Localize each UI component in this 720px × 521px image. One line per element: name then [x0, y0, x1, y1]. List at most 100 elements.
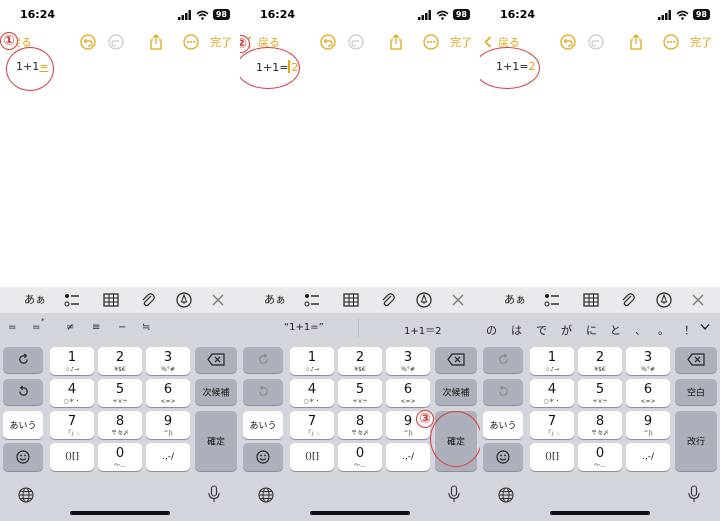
candidate-item[interactable]: ≡ — [92, 322, 100, 333]
redo-icon[interactable] — [108, 34, 124, 50]
close-icon[interactable] — [450, 292, 466, 308]
share-icon[interactable] — [148, 34, 164, 50]
key-7[interactable]: 7 「」: — [50, 411, 94, 439]
markup-pen-icon[interactable] — [416, 292, 432, 308]
key-8[interactable]: 8 〒々〆 — [578, 411, 622, 439]
next-candidate-key[interactable]: 次候補 — [435, 379, 477, 405]
delete-key[interactable] — [195, 347, 237, 373]
delete-key[interactable] — [435, 347, 477, 373]
kana-key[interactable]: あいう — [243, 411, 283, 439]
attachment-icon[interactable] — [380, 292, 396, 308]
checklist-icon[interactable] — [304, 292, 320, 308]
key-0[interactable]: 0 〜… — [338, 443, 382, 471]
refresh-key[interactable] — [483, 347, 523, 373]
space-key[interactable]: 空白 — [675, 379, 717, 405]
aa-format-button[interactable]: あぁ — [24, 292, 46, 308]
candidate-item[interactable]: は — [511, 322, 522, 338]
undo-icon[interactable] — [320, 34, 336, 50]
emoji-key[interactable] — [483, 443, 523, 471]
more-icon[interactable] — [663, 34, 679, 50]
emoji-key[interactable] — [243, 443, 283, 471]
undo-key[interactable] — [3, 379, 43, 405]
checklist-icon[interactable] — [544, 292, 560, 308]
key-1[interactable]: 1 ☆♪→ — [50, 347, 94, 375]
markup-pen-icon[interactable] — [656, 292, 672, 308]
table-icon[interactable] — [103, 292, 119, 308]
brackets-key[interactable]: ()[] — [290, 443, 334, 471]
candidate-item[interactable]: と — [610, 322, 621, 338]
undo-icon[interactable] — [80, 34, 96, 50]
kana-key[interactable]: あいう — [3, 411, 43, 439]
key-7[interactable]: 7 「」: — [290, 411, 334, 439]
globe-icon[interactable] — [258, 487, 274, 503]
table-icon[interactable] — [343, 292, 359, 308]
candidate-item[interactable]: = — [32, 322, 40, 333]
key-9[interactable]: 9 ^|\ — [626, 411, 670, 439]
key-6[interactable]: 6 <=> — [146, 379, 190, 407]
chevron-left-icon[interactable] — [484, 36, 492, 48]
candidate-item[interactable]: “1+1=” — [284, 322, 324, 333]
microphone-icon[interactable] — [208, 485, 220, 503]
attachment-icon[interactable] — [620, 292, 636, 308]
done-button[interactable]: 完了 — [690, 34, 712, 50]
punctuation-key[interactable]: .,-/ — [146, 443, 190, 471]
key-0[interactable]: 0 〜… — [578, 443, 622, 471]
key-6[interactable]: 6 <=> — [386, 379, 430, 407]
chevron-down-icon[interactable] — [700, 323, 710, 331]
done-button[interactable]: 完了 — [210, 34, 232, 50]
candidate-item[interactable]: ≒ — [142, 322, 150, 333]
more-icon[interactable] — [183, 34, 199, 50]
candidate-item[interactable]: が — [561, 322, 572, 338]
candidate-item[interactable]: に — [586, 322, 597, 338]
key-0[interactable]: 0 〜… — [98, 443, 142, 471]
punctuation-key[interactable]: .,-/ — [626, 443, 670, 471]
return-key[interactable]: 改行 — [675, 411, 717, 471]
key-2[interactable]: 2 ¥$€ — [98, 347, 142, 375]
aa-format-button[interactable]: あぁ — [264, 292, 286, 308]
checklist-icon[interactable] — [64, 292, 80, 308]
attachment-icon[interactable] — [140, 292, 156, 308]
confirm-key[interactable]: 確定 — [195, 411, 237, 471]
refresh-key[interactable] — [3, 347, 43, 373]
key-5[interactable]: 5 +×÷ — [338, 379, 382, 407]
key-7[interactable]: 7 「」: — [530, 411, 574, 439]
key-4[interactable]: 4 ○＊・ — [530, 379, 574, 407]
more-icon[interactable] — [423, 34, 439, 50]
brackets-key[interactable]: ()[] — [530, 443, 574, 471]
done-button[interactable]: 完了 — [450, 34, 472, 50]
candidate-item[interactable]: − — [118, 322, 126, 333]
refresh-key[interactable] — [243, 347, 283, 373]
share-icon[interactable] — [388, 34, 404, 50]
key-3[interactable]: 3 %°# — [626, 347, 670, 375]
share-icon[interactable] — [628, 34, 644, 50]
candidate-item[interactable]: 1+1＝2 — [404, 322, 441, 337]
candidate-item[interactable]: 。 — [658, 322, 669, 338]
candidate-item[interactable]: = — [8, 322, 16, 333]
candidate-item[interactable]: で — [536, 322, 547, 338]
globe-icon[interactable] — [18, 487, 34, 503]
candidate-item[interactable]: ≠ — [66, 322, 74, 333]
emoji-key[interactable] — [3, 443, 43, 471]
key-2[interactable]: 2 ¥$€ — [578, 347, 622, 375]
undo-icon[interactable] — [560, 34, 576, 50]
key-3[interactable]: 3 %°# — [146, 347, 190, 375]
redo-icon[interactable] — [348, 34, 364, 50]
key-3[interactable]: 3 %°# — [386, 347, 430, 375]
candidate-item[interactable]: ！ — [684, 322, 695, 338]
key-1[interactable]: 1 ☆♪→ — [290, 347, 334, 375]
candidate-item[interactable]: 、 — [635, 322, 646, 338]
key-2[interactable]: 2 ¥$€ — [338, 347, 382, 375]
undo-key[interactable] — [483, 379, 523, 405]
key-8[interactable]: 8 〒々〆 — [98, 411, 142, 439]
globe-icon[interactable] — [498, 487, 514, 503]
candidate-item[interactable]: の — [486, 322, 497, 338]
microphone-icon[interactable] — [448, 485, 460, 503]
key-5[interactable]: 5 +×÷ — [98, 379, 142, 407]
table-icon[interactable] — [583, 292, 599, 308]
punctuation-key[interactable]: .,-/ — [386, 443, 430, 471]
brackets-key[interactable]: ()[] — [50, 443, 94, 471]
microphone-icon[interactable] — [688, 485, 700, 503]
key-4[interactable]: 4 ○＊・ — [290, 379, 334, 407]
close-icon[interactable] — [210, 292, 226, 308]
undo-key[interactable] — [243, 379, 283, 405]
